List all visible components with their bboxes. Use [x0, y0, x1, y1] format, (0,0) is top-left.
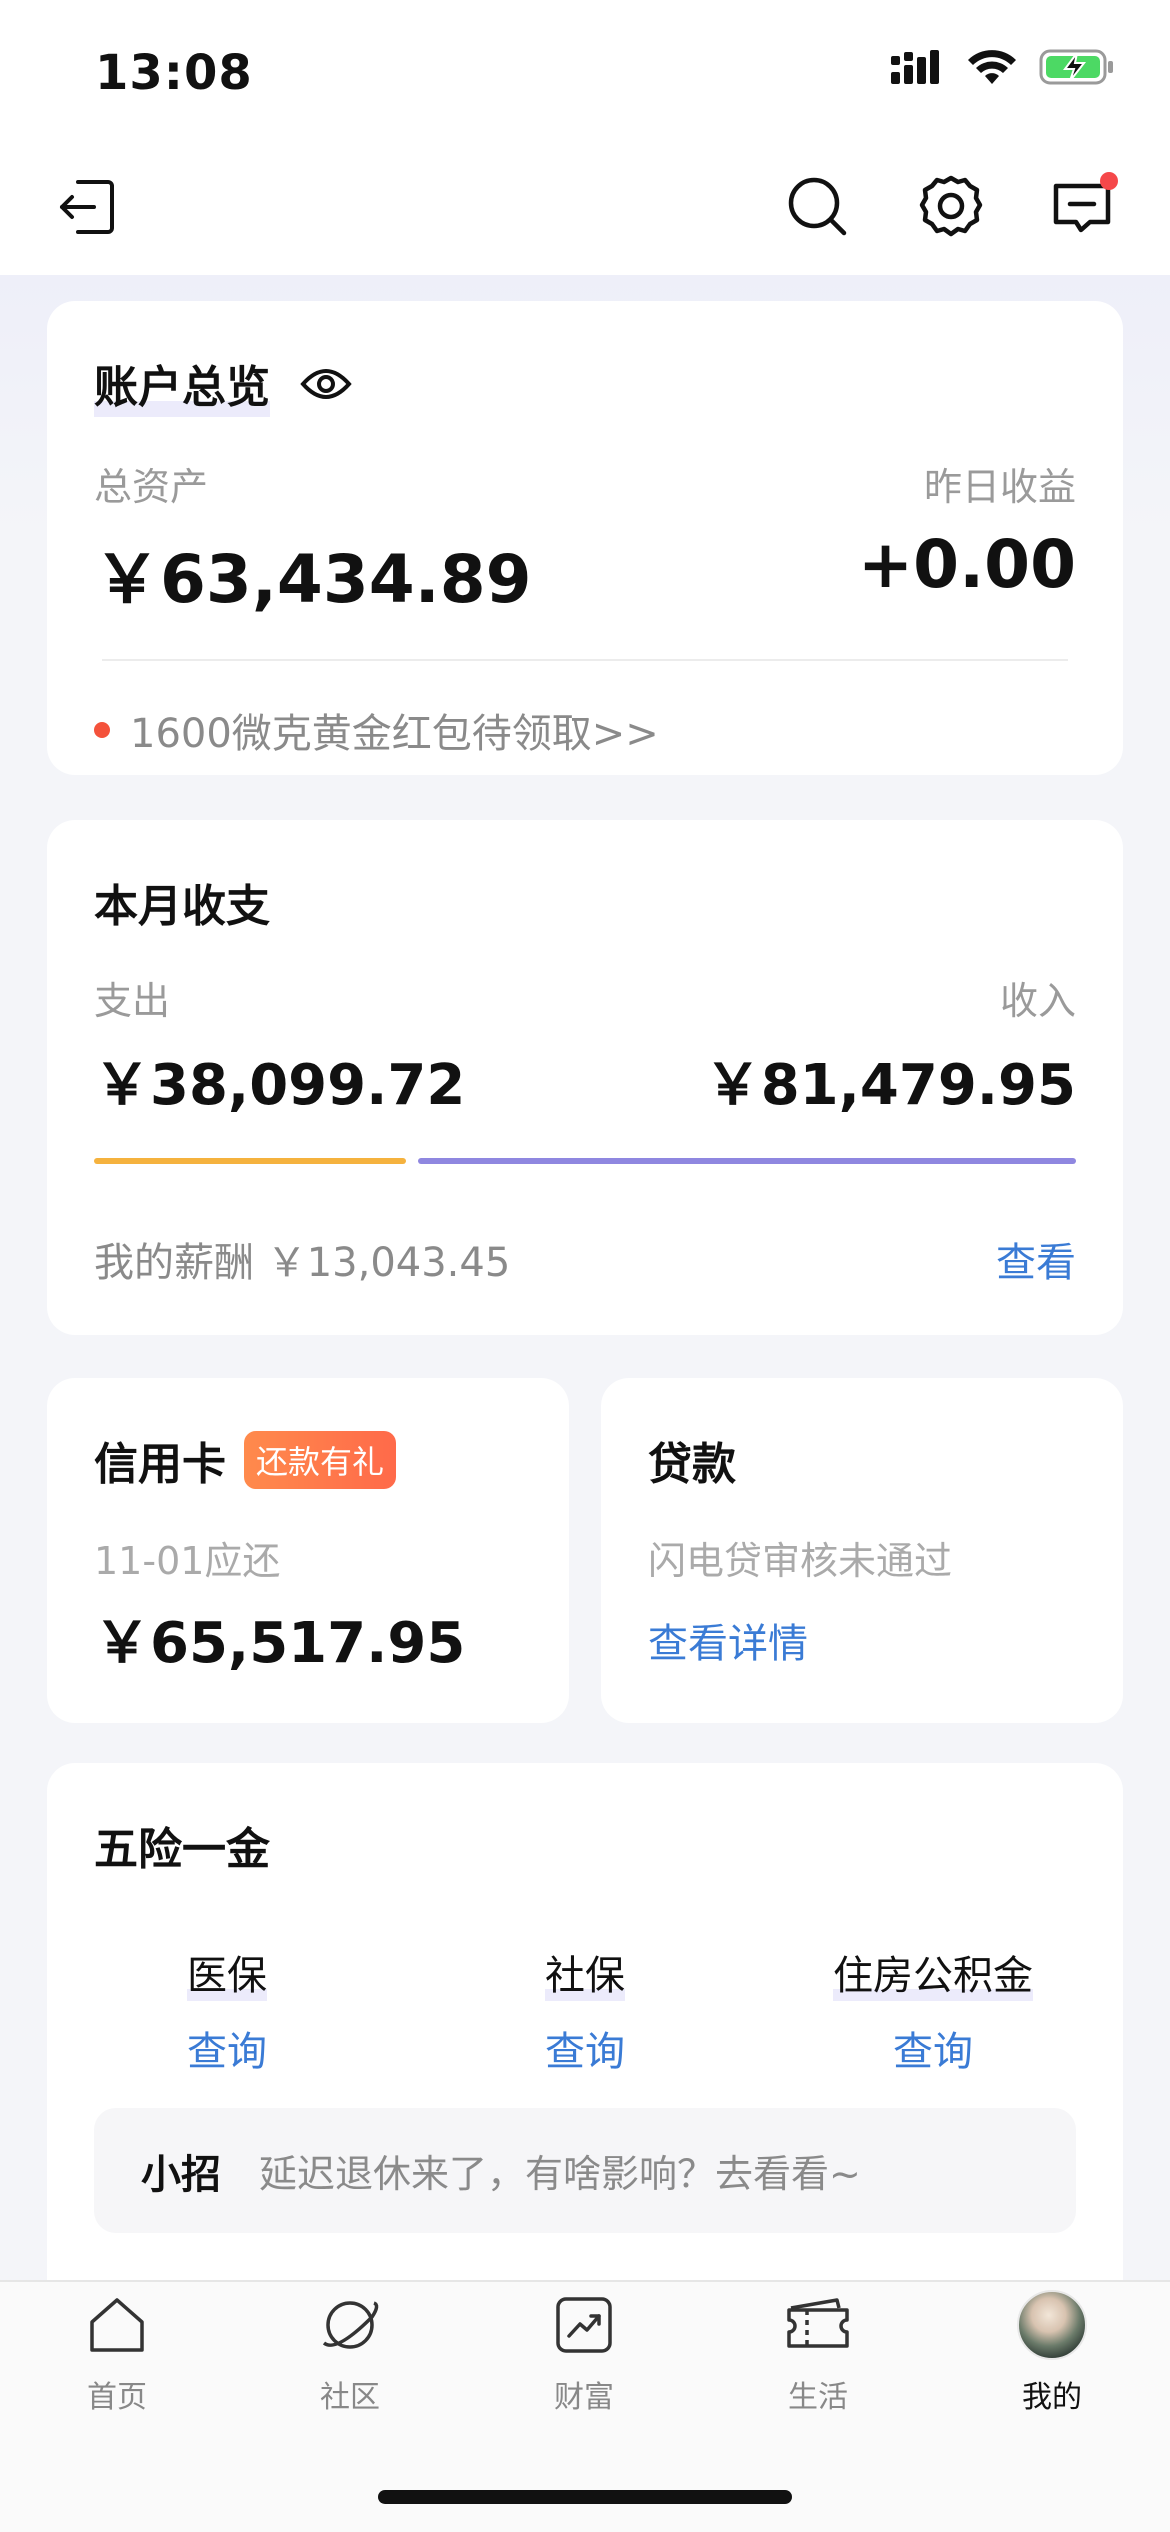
top-nav: [0, 150, 1170, 275]
home-indicator: [378, 2490, 792, 2504]
due-amount[interactable]: ￥65,517.95: [94, 1598, 465, 1679]
loan-title: 贷款: [648, 1439, 736, 1490]
expense-bar: [94, 1158, 407, 1164]
avatar: [1017, 2290, 1087, 2360]
status-bar: 13:08: [0, 0, 1170, 150]
tip-banner[interactable]: 小招 延迟退休来了，有啥影响？去看看~: [94, 2108, 1076, 2233]
eye-icon[interactable]: [300, 364, 352, 404]
promo-dot: [94, 722, 110, 738]
insurance-item-query[interactable]: 查询: [107, 2019, 347, 2077]
account-overview-title: 账户总览: [94, 351, 270, 417]
yesterday-earnings-value[interactable]: +0.00: [858, 526, 1076, 603]
ticket-icon: [783, 2290, 853, 2360]
income-bar: [418, 1158, 1076, 1164]
total-assets-label: 总资产: [94, 465, 209, 509]
tab-life[interactable]: 生活: [738, 2290, 898, 2416]
income-value[interactable]: ￥81,479.95: [705, 1040, 1076, 1121]
status-icons: [891, 48, 1115, 86]
loan-status: 闪电贷审核未通过: [648, 1539, 953, 1583]
ratio-bar: [94, 1158, 1076, 1164]
planet-icon: [315, 2290, 385, 2360]
tip-label: 小招: [141, 2151, 221, 2198]
insurance-card: 五险一金 医保 查询 社保 查询 住房公积金 查询 小招 延迟退休来了，有啥影响…: [47, 1763, 1123, 2323]
due-date-label: 11-01应还: [94, 1539, 281, 1583]
total-assets-value[interactable]: ￥63,434.89: [94, 526, 532, 622]
loan-card[interactable]: 贷款 闪电贷审核未通过 查看详情: [601, 1378, 1123, 1723]
search-icon[interactable]: [783, 172, 853, 242]
insurance-item-query[interactable]: 查询: [803, 2019, 1063, 2077]
view-salary-link[interactable]: 查看: [996, 1230, 1076, 1288]
status-time: 13:08: [95, 45, 253, 101]
insurance-item-label: 医保: [187, 1943, 267, 2001]
tab-label: 首页: [87, 2380, 147, 2415]
chart-icon: [549, 2290, 619, 2360]
main-content: 账户总览 总资产 ￥63,434.89 昨日收益 +0.00 1600微克黄金红…: [0, 275, 1170, 2323]
monthly-card[interactable]: 本月收支 支出 ￥38,099.72 收入 ￥81,479.95 我的薪酬 ￥1…: [47, 820, 1123, 1335]
notification-dot: [1100, 172, 1118, 190]
tab-label: 财富: [554, 2380, 614, 2415]
wifi-icon: [968, 50, 1016, 84]
insurance-item-query[interactable]: 查询: [465, 2019, 705, 2077]
medical-insurance-item[interactable]: 医保 查询: [107, 1943, 347, 2077]
income-label: 收入: [999, 979, 1076, 1023]
tab-label: 生活: [788, 2380, 848, 2415]
tab-mine[interactable]: 我的: [972, 2290, 1132, 2416]
insurance-item-label: 社保: [545, 1943, 625, 2001]
logout-icon[interactable]: [52, 172, 122, 242]
expense-label: 支出: [94, 979, 171, 1023]
insurance-item-label: 住房公积金: [833, 1943, 1033, 2001]
message-icon[interactable]: [1048, 172, 1118, 242]
repayment-badge[interactable]: 还款有礼: [244, 1431, 397, 1489]
divider: [102, 659, 1068, 661]
salary-text: 我的薪酬 ￥13,043.45: [94, 1240, 511, 1286]
tab-community[interactable]: 社区: [270, 2290, 430, 2416]
loan-details-link[interactable]: 查看详情: [648, 1611, 808, 1669]
yesterday-earnings-label: 昨日收益: [923, 465, 1076, 509]
battery-charging-icon: [1039, 49, 1113, 85]
gear-icon[interactable]: [916, 172, 986, 242]
tab-wealth[interactable]: 财富: [504, 2290, 664, 2416]
housing-fund-item[interactable]: 住房公积金 查询: [803, 1943, 1063, 2077]
expense-value[interactable]: ￥38,099.72: [94, 1040, 465, 1121]
tab-home[interactable]: 首页: [37, 2290, 197, 2416]
credit-card-card[interactable]: 信用卡 还款有礼 11-01应还 ￥65,517.95: [47, 1378, 569, 1723]
tab-label: 我的: [1022, 2380, 1082, 2415]
account-overview-card[interactable]: 账户总览 总资产 ￥63,434.89 昨日收益 +0.00 1600微克黄金红…: [47, 301, 1123, 775]
tip-text: 延迟退休来了，有啥影响？去看看~: [259, 2152, 861, 2196]
credit-card-title: 信用卡: [94, 1439, 226, 1490]
tab-label: 社区: [320, 2380, 380, 2415]
monthly-title: 本月收支: [94, 881, 270, 932]
insurance-title: 五险一金: [94, 1824, 270, 1875]
social-insurance-item[interactable]: 社保 查询: [465, 1943, 705, 2077]
signal-icon: [891, 50, 939, 84]
promo-row[interactable]: 1600微克黄金红包待领取>>: [94, 701, 659, 759]
promo-text: 1600微克黄金红包待领取>>: [130, 711, 659, 757]
home-icon: [82, 2290, 152, 2360]
